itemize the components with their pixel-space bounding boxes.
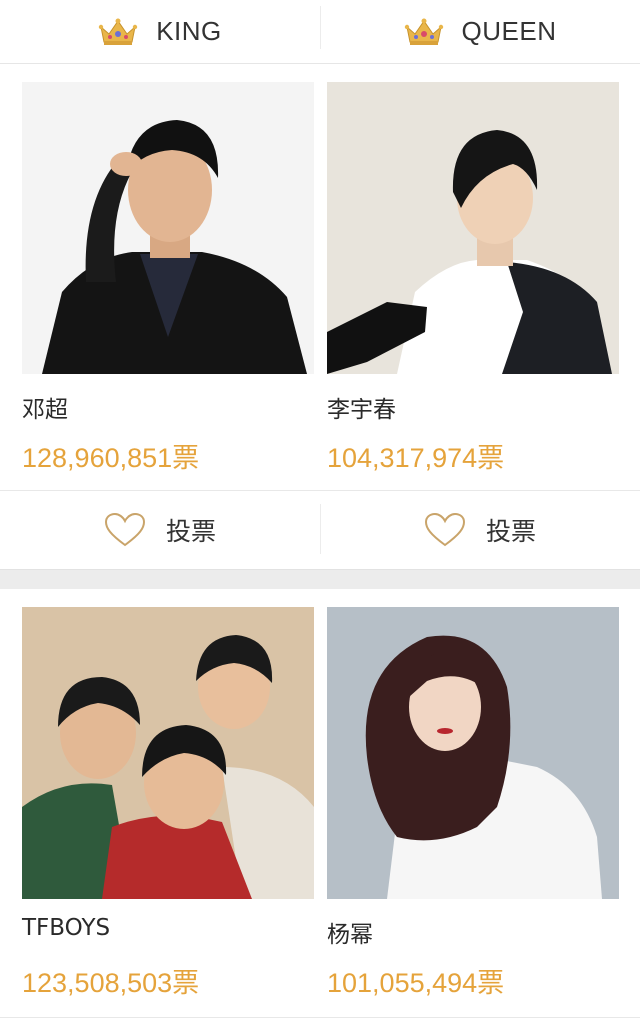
portrait-image <box>22 607 314 899</box>
category-tabs: KING QUEEN <box>0 0 640 64</box>
ranking-row-2: TFBOYS 123,508,503票 杨幂 101,055,494票 <box>0 589 640 1020</box>
heart-icon <box>104 512 145 547</box>
portrait-image <box>327 607 619 899</box>
divider <box>0 1017 640 1018</box>
candidate-photo[interactable] <box>22 82 314 374</box>
tab-king-label: KING <box>156 16 222 46</box>
vote-count: 128,960,851票 <box>22 443 200 473</box>
candidate-photo[interactable] <box>22 607 314 899</box>
candidate-name: TFBOYS <box>22 915 111 941</box>
candidate-photo[interactable] <box>327 82 619 374</box>
vote-button-label: 投票 <box>165 517 216 546</box>
heart-icon <box>424 512 465 547</box>
crown-icon <box>99 18 138 45</box>
tab-queen[interactable]: QUEEN <box>320 0 640 63</box>
tab-king[interactable]: KING <box>0 0 320 63</box>
tab-queen-label: QUEEN <box>461 16 557 46</box>
crown-icon <box>404 18 443 45</box>
candidate-photo[interactable] <box>327 607 619 899</box>
vote-count: 123,508,503票 <box>22 968 200 998</box>
candidate-name: 李宇春 <box>327 397 396 423</box>
vote-button[interactable]: 投票 <box>320 491 640 569</box>
vote-button-label: 投票 <box>485 517 536 546</box>
vote-count: 104,317,974票 <box>327 443 505 473</box>
portrait-image <box>327 82 619 374</box>
candidate-name: 邓超 <box>22 397 68 423</box>
section-separator <box>0 569 640 589</box>
vote-button[interactable]: 投票 <box>0 491 320 569</box>
candidate-name: 杨幂 <box>327 922 373 948</box>
portrait-image <box>22 82 314 374</box>
vote-count: 101,055,494票 <box>327 968 505 998</box>
ranking-row-1: 邓超 128,960,851票 李宇春 104,317,974票 投票 投票 <box>0 64 640 569</box>
